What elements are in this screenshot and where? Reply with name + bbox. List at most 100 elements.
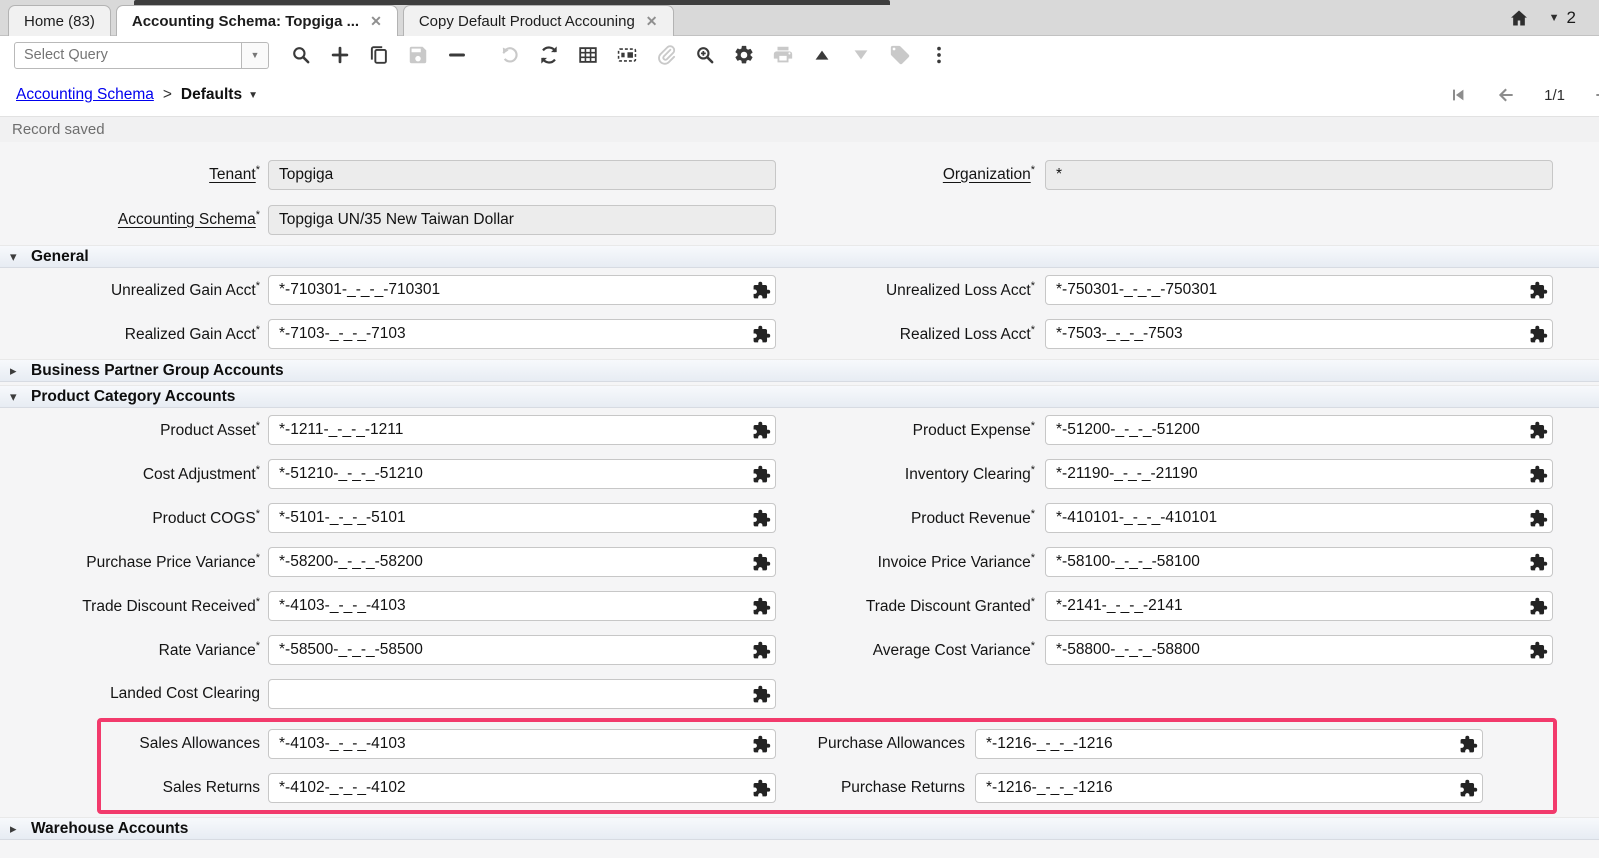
field-inventory-clearing[interactable]: *-21190-_-_-_-21190 [1045, 459, 1553, 489]
field-organization[interactable]: * [1045, 160, 1553, 190]
field-value: * [1056, 166, 1542, 184]
new-record-icon[interactable] [328, 42, 352, 68]
delete-record-icon[interactable] [445, 42, 469, 68]
puzzle-icon [1529, 641, 1548, 660]
field-value: *-51200-_-_-_-51200 [1056, 421, 1529, 439]
account-combination-button[interactable] [1529, 421, 1548, 440]
process-icon[interactable] [732, 42, 756, 68]
copy-record-icon [368, 44, 390, 66]
breadcrumb-separator: > [163, 86, 172, 104]
account-combination-button[interactable] [752, 641, 771, 660]
field-realized-loss-acct[interactable]: *-7503-_-_-_-7503 [1045, 319, 1553, 349]
account-combination-button[interactable] [752, 597, 771, 616]
field-purchase-price-variance[interactable]: *-58200-_-_-_-58200 [268, 547, 776, 577]
account-combination-button[interactable] [752, 553, 771, 572]
section-header-warehouse-accounts[interactable]: ▸Warehouse Accounts [0, 817, 1599, 840]
tab-accounting-schema-topgiga[interactable]: Accounting Schema: Topgiga ...✕ [116, 5, 398, 36]
label-tenant[interactable]: Tenant* [0, 164, 260, 184]
account-combination-button[interactable] [752, 735, 771, 754]
copy-record-icon[interactable] [367, 42, 391, 68]
breadcrumb-current-tab-menu[interactable]: Defaults ▼ [181, 86, 258, 104]
field-purchase-allowances[interactable]: *-1216-_-_-_-1216 [975, 729, 1483, 759]
field-landed-cost-clearing[interactable] [268, 679, 776, 709]
field-invoice-price-variance[interactable]: *-58100-_-_-_-58100 [1045, 547, 1553, 577]
field-product-cogs[interactable]: *-5101-_-_-_-5101 [268, 503, 776, 533]
field-trade-discount-received[interactable]: *-4103-_-_-_-4103 [268, 591, 776, 621]
field-value: *-58100-_-_-_-58100 [1056, 553, 1529, 571]
account-combination-button[interactable] [1529, 325, 1548, 344]
tab-home-83[interactable]: Home (83) [8, 5, 111, 36]
print-icon[interactable] [771, 42, 795, 68]
field-realized-gain-acct[interactable]: *-7103-_-_-_-7103 [268, 319, 776, 349]
open-windows-menu[interactable]: ▼ 2 [1549, 8, 1576, 28]
account-combination-button[interactable] [752, 509, 771, 528]
puzzle-icon [752, 685, 771, 704]
undo-icon[interactable] [498, 42, 522, 68]
tab-copy-default-product-accouning[interactable]: Copy Default Product Accouning✕ [403, 5, 674, 36]
home-icon[interactable] [1509, 8, 1529, 28]
select-query-input[interactable] [14, 42, 242, 69]
field-tenant[interactable]: Topgiga [268, 160, 776, 190]
account-combination-button[interactable] [1529, 553, 1548, 572]
field-product-expense[interactable]: *-51200-_-_-_-51200 [1045, 415, 1553, 445]
close-icon[interactable]: ✕ [646, 14, 658, 28]
section-header-general[interactable]: ▾General [0, 245, 1599, 268]
field-trade-discount-granted[interactable]: *-2141-_-_-_-2141 [1045, 591, 1553, 621]
field-unrealized-loss-acct[interactable]: *-750301-_-_-_-750301 [1045, 275, 1553, 305]
account-combination-button[interactable] [1459, 735, 1478, 754]
more-icon[interactable] [927, 42, 951, 68]
field-purchase-returns[interactable]: *-1216-_-_-_-1216 [975, 773, 1483, 803]
account-combination-button[interactable] [1529, 597, 1548, 616]
field-unrealized-gain-acct[interactable]: *-710301-_-_-_-710301 [268, 275, 776, 305]
account-combination-button[interactable] [1529, 281, 1548, 300]
puzzle-icon [752, 779, 771, 798]
account-combination-button[interactable] [752, 421, 771, 440]
first-record-icon[interactable] [1448, 85, 1468, 105]
toolbar-icons [289, 42, 966, 68]
account-combination-button[interactable] [1529, 465, 1548, 484]
field-product-revenue[interactable]: *-410101-_-_-_-410101 [1045, 503, 1553, 533]
section-header-product-category-accounts[interactable]: ▾Product Category Accounts [0, 385, 1599, 408]
account-combination-button[interactable] [752, 281, 771, 300]
save-icon[interactable] [406, 42, 430, 68]
field-value: *-7503-_-_-_-7503 [1056, 325, 1529, 343]
account-combination-button[interactable] [752, 685, 771, 704]
account-combination-button[interactable] [1529, 641, 1548, 660]
account-combination-button[interactable] [752, 779, 771, 798]
field-average-cost-variance[interactable]: *-58800-_-_-_-58800 [1045, 635, 1553, 665]
label-invoice-price-variance: Invoice Price Variance* [806, 552, 1035, 572]
field-cost-adjustment[interactable]: *-51210-_-_-_-51210 [268, 459, 776, 489]
account-combination-button[interactable] [752, 465, 771, 484]
attachment-icon[interactable] [654, 42, 678, 68]
form-row: Landed Cost Clearing [0, 672, 1599, 716]
label-icon[interactable] [888, 42, 912, 68]
parent-record-icon[interactable] [810, 42, 834, 68]
field-sales-returns[interactable]: *-4102-_-_-_-4102 [268, 773, 776, 803]
next-record-icon[interactable] [1593, 85, 1599, 105]
detail-record-icon[interactable] [849, 42, 873, 68]
chevron-down-icon: ▼ [251, 50, 260, 60]
field-accounting-schema[interactable]: Topgiga UN/35 New Taiwan Dollar [268, 205, 776, 235]
refresh-icon[interactable] [537, 42, 561, 68]
accounting-schema-defaults-form: Tenant* Topgiga Organization* * Accounting S… [0, 142, 1599, 840]
label-accounting-schema[interactable]: Accounting Schema* [0, 209, 260, 229]
field-sales-allowances[interactable]: *-4103-_-_-_-4103 [268, 729, 776, 759]
form-row: Product Asset**-1211-_-_-_-1211Product E… [0, 408, 1599, 452]
account-combination-button[interactable] [1529, 509, 1548, 528]
account-combination-button[interactable] [1459, 779, 1478, 798]
field-rate-variance[interactable]: *-58500-_-_-_-58500 [268, 635, 776, 665]
search-icon[interactable] [289, 42, 313, 68]
field-product-asset[interactable]: *-1211-_-_-_-1211 [268, 415, 776, 445]
select-query-dropdown-button[interactable]: ▼ [242, 42, 269, 69]
breadcrumb-parent-link[interactable]: Accounting Schema [16, 86, 154, 104]
zoom-across-icon[interactable] [693, 42, 717, 68]
close-icon[interactable]: ✕ [370, 14, 382, 28]
breadcrumb-current-label: Defaults [181, 86, 242, 104]
section-header-business-partner-group-accounts[interactable]: ▸Business Partner Group Accounts [0, 359, 1599, 382]
grid-toggle-icon[interactable] [576, 42, 600, 68]
csv-import-icon[interactable] [615, 42, 639, 68]
account-combination-button[interactable] [752, 325, 771, 344]
field-value: *-710301-_-_-_-710301 [279, 281, 752, 299]
label-organization[interactable]: Organization* [806, 164, 1035, 184]
previous-record-icon[interactable] [1496, 85, 1516, 105]
